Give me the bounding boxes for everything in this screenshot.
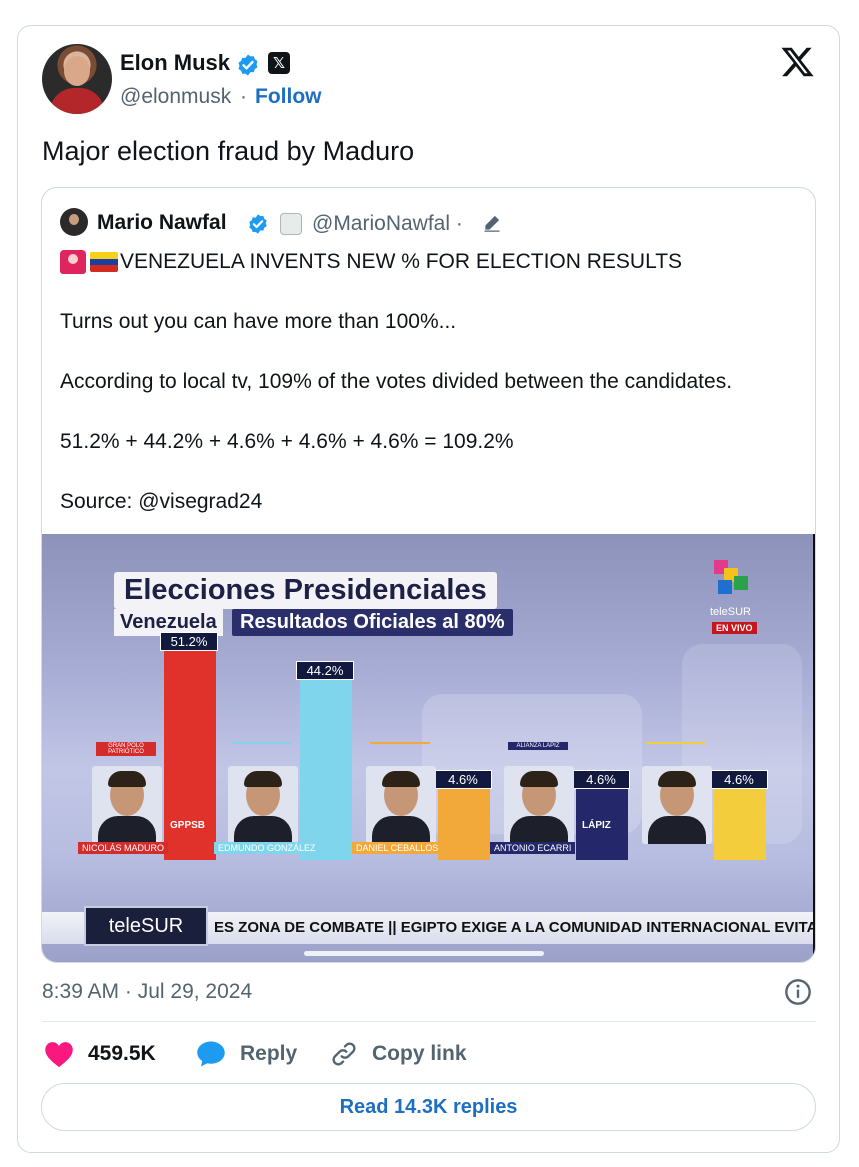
percent-label: 4.6%	[572, 770, 630, 789]
follow-button[interactable]: Follow	[255, 85, 322, 109]
x-logo-icon[interactable]	[780, 44, 816, 80]
candidate-name: ANTONIO ECARRI	[490, 842, 576, 854]
party-tag: GRAN POLO PATRIÓTICO	[96, 742, 156, 756]
party-logo: GPPSB	[170, 820, 206, 831]
candidate-name	[628, 842, 636, 844]
candidate-name: EDMUNDO GONZÁLEZ	[214, 842, 320, 854]
percent-label: 51.2%	[160, 632, 218, 651]
candidate-name: DANIEL CEBALLOS	[352, 842, 443, 854]
ticker-text: ES ZONA DE COMBATE || EGIPTO EXIGE A LA …	[214, 919, 816, 936]
candidate-photo	[504, 766, 574, 844]
candidate-photo	[228, 766, 298, 844]
heart-icon	[45, 1042, 73, 1068]
quoted-avatar[interactable]	[60, 208, 88, 236]
author-name[interactable]: Elon Musk	[120, 50, 230, 76]
reply-bubble-icon	[197, 1041, 225, 1067]
info-icon[interactable]	[784, 978, 812, 1006]
candidate-photo	[642, 766, 712, 844]
percent-label: 4.6%	[434, 770, 492, 789]
quoted-line: Source: @visegrad24	[60, 490, 263, 513]
candidate-photo	[366, 766, 436, 844]
percent-label: 4.6%	[710, 770, 768, 789]
like-button[interactable]: 459.5K	[44, 1038, 156, 1070]
siren-icon	[60, 250, 86, 274]
verified-badge-icon	[249, 214, 267, 234]
party-tag	[370, 742, 430, 744]
candidate-name: NICOLÁS MADURO	[78, 842, 169, 854]
x-affiliate-badge-icon: 𝕏	[268, 52, 290, 74]
link-icon	[332, 1042, 356, 1066]
tweet-media-image[interactable]: Elecciones Presidenciales Venezuela Resu…	[42, 534, 816, 962]
reply-button[interactable]: Reply	[196, 1038, 297, 1070]
author-handle[interactable]: @elonmusk	[120, 85, 231, 109]
ticker-logo: teleSUR	[84, 906, 208, 946]
percent-label: 44.2%	[296, 660, 354, 680]
quoted-tweet[interactable]: Mario Nawfal @MarioNawfal · VENEZUELA IN…	[41, 187, 816, 963]
candidate-photo	[92, 766, 162, 844]
candidate-bar	[438, 788, 490, 860]
party-tag	[646, 742, 706, 744]
quoted-line: Turns out you can have more than 100%...	[60, 310, 457, 333]
quoted-line: 51.2% + 44.2% + 4.6% + 4.6% + 4.6% = 109…	[60, 430, 514, 453]
tweet-text: Major election fraud by Maduro	[42, 136, 415, 166]
party-logo: LÁPIZ	[582, 820, 611, 831]
copy-link-label: Copy link	[372, 1042, 467, 1065]
venezuela-flag-icon	[90, 252, 118, 272]
tv-title: Elecciones Presidenciales	[114, 572, 497, 609]
quoted-author-handle[interactable]: @MarioNawfal ·	[312, 212, 463, 236]
live-badge: EN VIVO	[712, 622, 757, 634]
copy-link-button[interactable]: Copy link	[330, 1038, 467, 1070]
tweet-timestamp[interactable]: 8:39 AM · Jul 29, 2024	[42, 980, 252, 1004]
tv-results-banner: Resultados Oficiales al 80%	[232, 609, 513, 636]
edit-pencil-icon	[484, 215, 500, 232]
separator-dot: ·	[455, 212, 463, 235]
author-avatar[interactable]	[42, 44, 112, 114]
like-count: 459.5K	[88, 1042, 156, 1065]
quoted-line: According to local tv, 109% of the votes…	[60, 370, 733, 393]
candidate-bar	[714, 788, 766, 860]
media-scroll-indicator	[304, 951, 544, 956]
quoted-author-name[interactable]: Mario Nawfal	[97, 211, 227, 235]
separator-dot: ·	[240, 85, 247, 108]
reply-label: Reply	[240, 1042, 298, 1065]
divider	[42, 1021, 816, 1022]
read-replies-button[interactable]: Read 14.3K replies	[41, 1083, 816, 1131]
channel-name: teleSUR	[710, 606, 751, 618]
party-tag	[232, 742, 292, 744]
verified-badge-icon	[238, 54, 258, 76]
party-tag: ALIANZA LAPIZ	[508, 742, 568, 750]
quoted-headline: VENEZUELA INVENTS NEW % FOR ELECTION RES…	[60, 250, 682, 274]
affiliate-badge-icon	[280, 213, 302, 235]
candidate-bar	[300, 678, 352, 860]
